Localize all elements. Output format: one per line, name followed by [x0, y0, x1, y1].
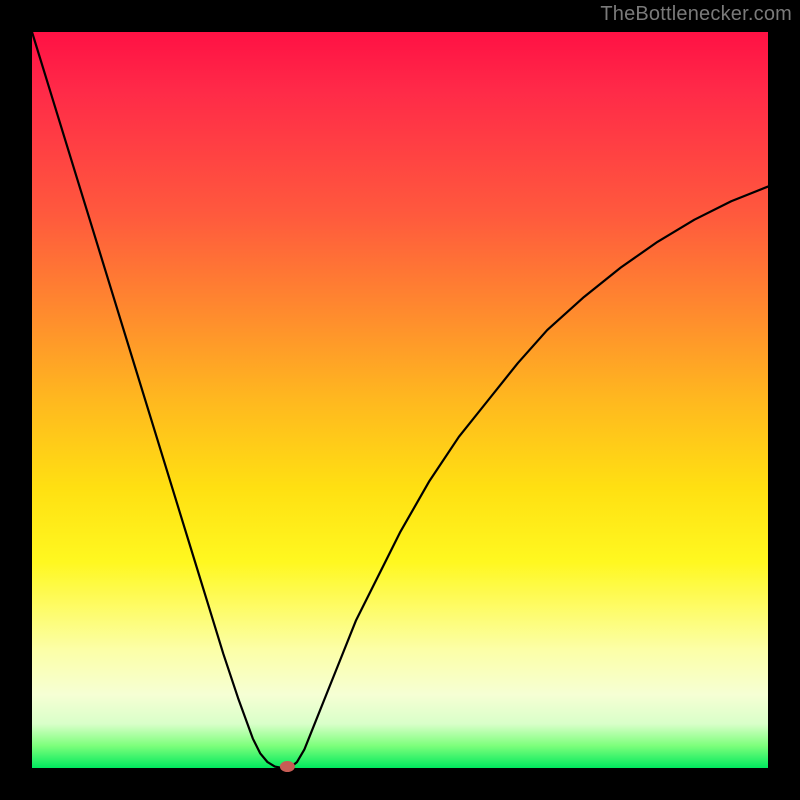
- bottleneck-curve: [32, 32, 768, 768]
- chart-frame: TheBottlenecker.com: [0, 0, 800, 800]
- plot-area: [32, 32, 768, 768]
- minimum-marker: [280, 762, 294, 772]
- watermark-text: TheBottlenecker.com: [600, 3, 792, 26]
- chart-svg: [32, 32, 768, 768]
